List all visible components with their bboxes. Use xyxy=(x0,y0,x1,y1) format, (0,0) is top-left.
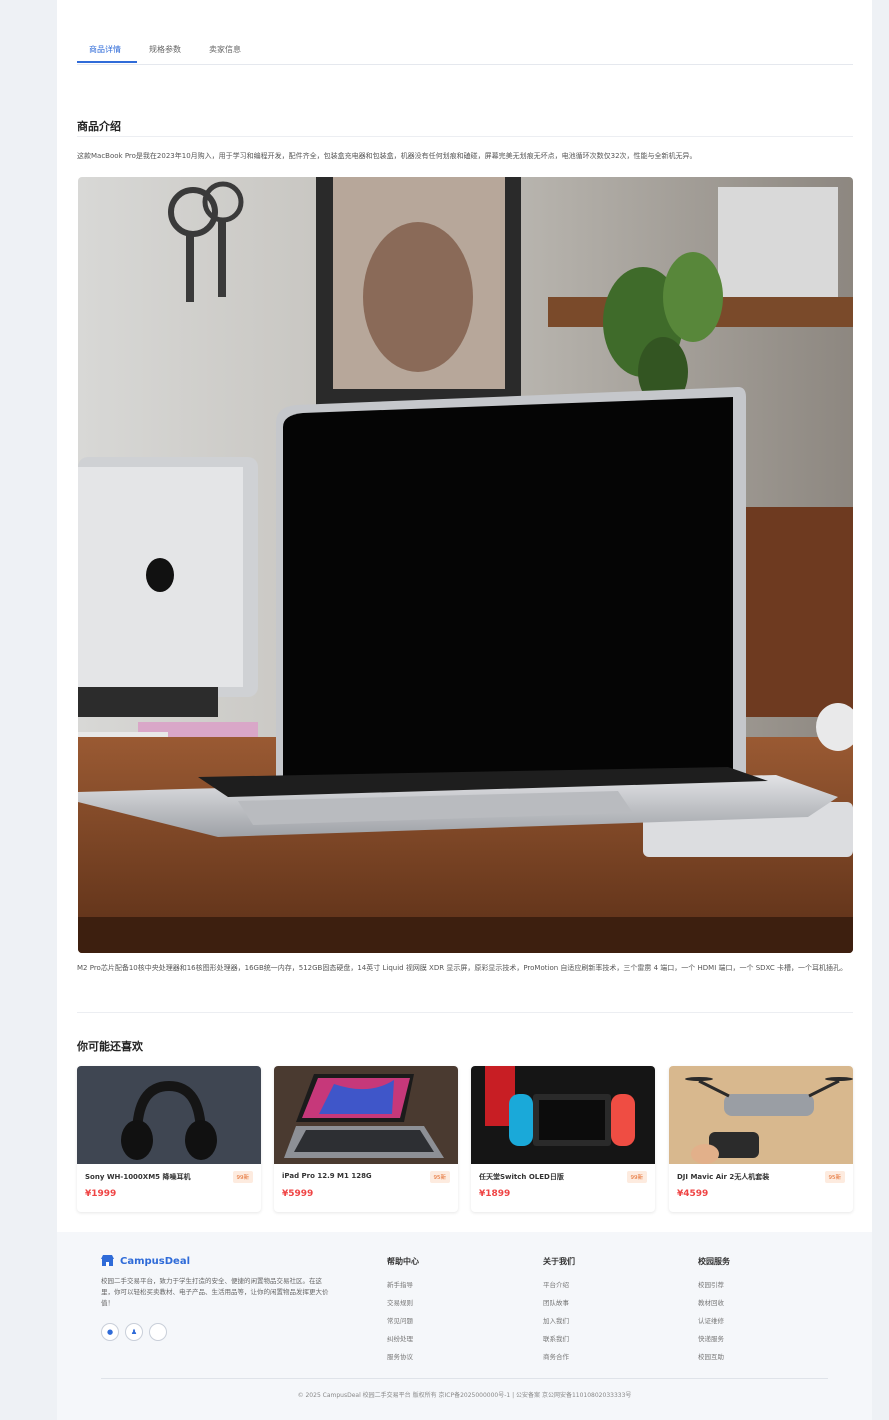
product-card[interactable]: iPad Pro 12.9 M1 128G 95新 ¥5999 xyxy=(274,1066,458,1212)
product-card[interactable]: Sony WH-1000XM5 降噪耳机 99新 ¥1999 xyxy=(77,1066,261,1212)
copyright: © 2025 CampusDeal 校园二手交易平台 版权所有 京ICP备202… xyxy=(297,1392,632,1399)
footer-link[interactable]: 加入我们 xyxy=(543,1312,575,1330)
product-name: 任天堂Switch OLED日版 xyxy=(479,1173,564,1181)
active-tab-indicator xyxy=(77,61,137,63)
condition-badge: 99新 xyxy=(626,1171,647,1183)
product-price: ¥1899 xyxy=(479,1189,511,1199)
intro-description: 这款MacBook Pro是我在2023年10月购入，用于学习和编程开发，配件齐… xyxy=(77,152,697,160)
footer-link[interactable]: 联系我们 xyxy=(543,1330,575,1348)
footer-col-about: 关于我们 平台介绍 团队故事 加入我们 联系我们 商务合作 xyxy=(543,1256,575,1366)
footer-col-title: 关于我们 xyxy=(543,1257,575,1266)
store-icon xyxy=(101,1255,114,1266)
site-footer: CampusDeal 校园二手交易平台，致力于学生打造的安全、便捷的闲置物品交易… xyxy=(57,1232,872,1420)
social-links: ● ♟ xyxy=(101,1323,167,1341)
spec-divider xyxy=(77,1012,853,1013)
product-name: Sony WH-1000XM5 降噪耳机 xyxy=(85,1173,191,1181)
footer-link[interactable]: 商务合作 xyxy=(543,1348,575,1366)
product-price: ¥5999 xyxy=(282,1189,314,1199)
product-card[interactable]: 任天堂Switch OLED日版 99新 ¥1899 xyxy=(471,1066,655,1212)
page-sheet: 商品详情 规格参数 卖家信息 商品介绍 这款MacBook Pro是我在2023… xyxy=(57,0,872,1420)
footer-col-title: 校园服务 xyxy=(698,1257,730,1266)
tab-specs[interactable]: 规格参数 xyxy=(149,44,181,55)
detail-tabs: 商品详情 规格参数 卖家信息 xyxy=(77,38,853,65)
product-thumbnail xyxy=(77,1066,261,1164)
footer-link[interactable]: 交易规则 xyxy=(387,1294,419,1312)
tab-product-detail[interactable]: 商品详情 xyxy=(89,44,121,55)
product-thumbnail xyxy=(669,1066,853,1164)
footer-col-campus: 校园服务 校园引荐 教材回收 认证维修 快递服务 校园互助 xyxy=(698,1256,730,1366)
product-price: ¥1999 xyxy=(85,1189,117,1199)
footer-brand[interactable]: CampusDeal xyxy=(101,1255,190,1267)
product-price: ¥4599 xyxy=(677,1189,709,1199)
brand-name: CampusDeal xyxy=(120,1255,190,1267)
intro-divider xyxy=(77,136,853,137)
tab-seller-info[interactable]: 卖家信息 xyxy=(209,44,241,55)
recommend-title: 你可能还喜欢 xyxy=(77,1040,143,1053)
wechat-icon[interactable]: ● xyxy=(101,1323,119,1341)
footer-link[interactable]: 平台介绍 xyxy=(543,1276,575,1294)
footer-link[interactable]: 服务协议 xyxy=(387,1348,419,1366)
product-thumbnail xyxy=(274,1066,458,1164)
spec-text: M2 Pro芯片配备10核中央处理器和16核图形处理器，16GB统一内存，512… xyxy=(77,964,847,972)
footer-link[interactable]: 常见问题 xyxy=(387,1312,419,1330)
product-image xyxy=(78,177,853,953)
weibo-icon[interactable] xyxy=(149,1323,167,1341)
footer-link[interactable]: 纠纷处理 xyxy=(387,1330,419,1348)
footer-intro: 校园二手交易平台，致力于学生打造的安全、便捷的闲置物品交易社区。在这里，你可以轻… xyxy=(101,1277,329,1307)
footer-link[interactable]: 教材回收 xyxy=(698,1294,730,1312)
condition-badge: 95新 xyxy=(429,1171,450,1183)
recommend-grid: Sony WH-1000XM5 降噪耳机 99新 ¥1999 iPad Pro … xyxy=(77,1066,853,1212)
condition-badge: 99新 xyxy=(232,1171,253,1183)
footer-col-title: 帮助中心 xyxy=(387,1257,419,1266)
product-thumbnail xyxy=(471,1066,655,1164)
footer-divider xyxy=(101,1378,828,1379)
footer-link[interactable]: 新手指导 xyxy=(387,1276,419,1294)
product-name: iPad Pro 12.9 M1 128G xyxy=(282,1172,372,1180)
intro-title: 商品介绍 xyxy=(77,120,121,133)
condition-badge: 95新 xyxy=(824,1171,845,1183)
product-name: DJI Mavic Air 2无人机套装 xyxy=(677,1173,770,1181)
footer-link[interactable]: 快递服务 xyxy=(698,1330,730,1348)
footer-link[interactable]: 校园互助 xyxy=(698,1348,730,1366)
qq-icon[interactable]: ♟ xyxy=(125,1323,143,1341)
footer-link[interactable]: 团队故事 xyxy=(543,1294,575,1312)
footer-link[interactable]: 校园引荐 xyxy=(698,1276,730,1294)
footer-link[interactable]: 认证维修 xyxy=(698,1312,730,1330)
product-card[interactable]: DJI Mavic Air 2无人机套装 95新 ¥4599 xyxy=(669,1066,853,1212)
footer-col-help: 帮助中心 新手指导 交易规则 常见问题 纠纷处理 服务协议 xyxy=(387,1256,419,1366)
